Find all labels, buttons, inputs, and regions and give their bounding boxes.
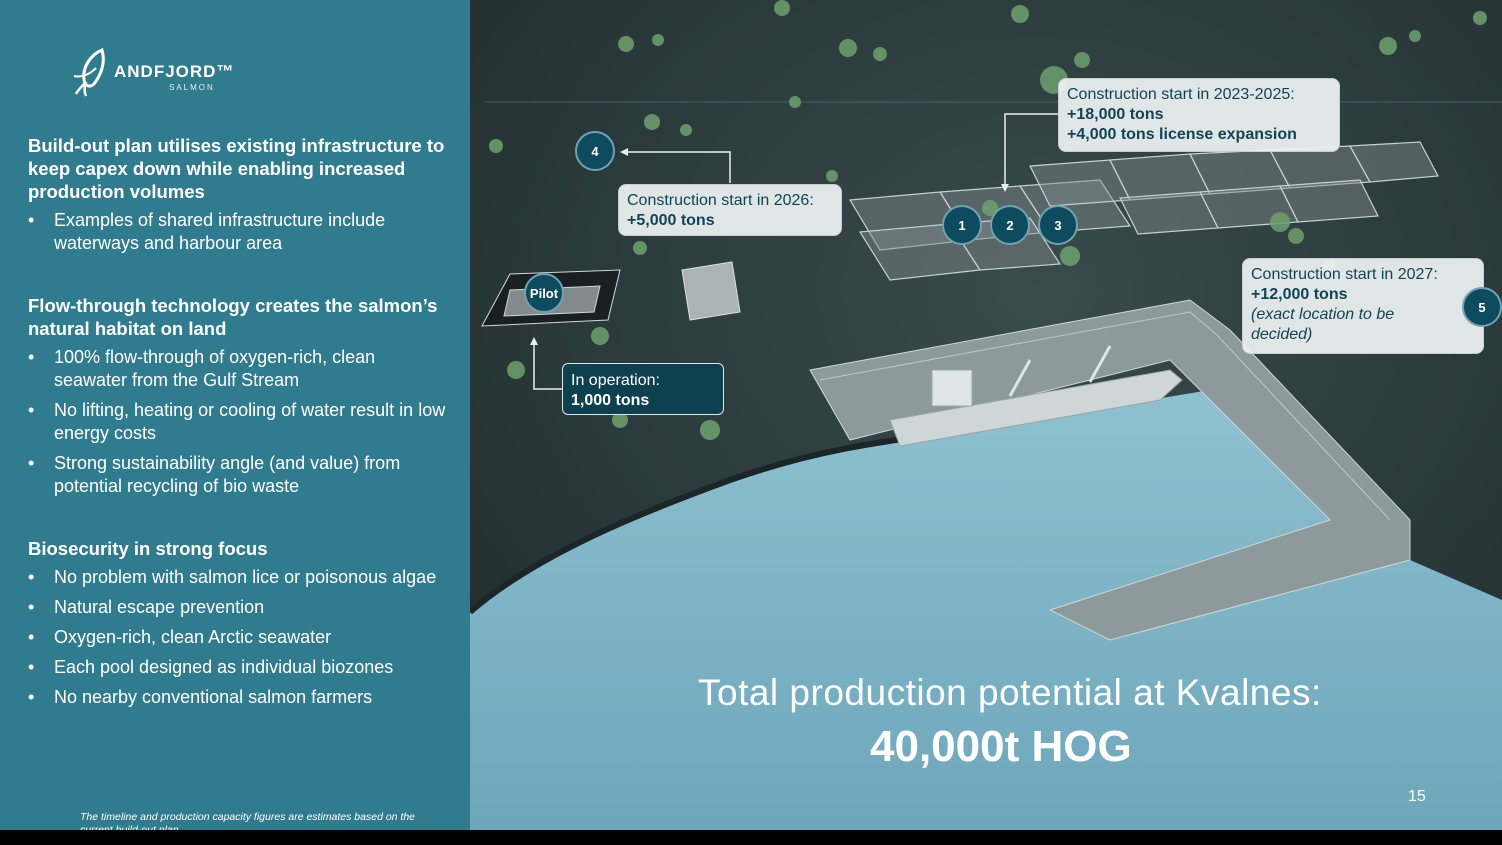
callout-value: +12,000 tons bbox=[1251, 286, 1348, 303]
callout-label: Construction start in 2023-2025: bbox=[1067, 86, 1295, 103]
section-flowthrough: Flow-through technology creates the salm… bbox=[28, 294, 448, 505]
callout-label: Construction start in 2026: bbox=[627, 192, 814, 209]
building-block bbox=[681, 261, 741, 321]
callout-label: Construction start in 2027: bbox=[1251, 266, 1438, 283]
footnote: The timeline and production capacity fig… bbox=[80, 811, 416, 830]
badge-2: 2 bbox=[990, 205, 1030, 245]
bullet-item: No lifting, heating or cooling of water … bbox=[28, 399, 448, 445]
section-buildout: Build-out plan utilises existing infrast… bbox=[28, 134, 448, 262]
callout-2027: Construction start in 2027: +12,000 tons… bbox=[1242, 258, 1484, 354]
section-title: Flow-through technology creates the salm… bbox=[28, 295, 438, 339]
fish-logo-icon bbox=[73, 47, 105, 97]
callout-in-operation: In operation: 1,000 tons bbox=[562, 363, 724, 415]
callout-value: +18,000 tons bbox=[1067, 106, 1164, 123]
bullet-item: Each pool designed as individual biozone… bbox=[28, 656, 448, 679]
left-panel: ANDFJORD™ SALMON Build-out plan utilises… bbox=[0, 0, 470, 830]
callout-note: (exact location to be decided) bbox=[1251, 306, 1395, 343]
callout-2026: Construction start in 2026: +5,000 tons bbox=[618, 184, 842, 236]
callout-value: +5,000 tons bbox=[627, 212, 715, 229]
callout-label: In operation: bbox=[571, 372, 660, 389]
section-title: Build-out plan utilises existing infrast… bbox=[28, 135, 445, 202]
company-logo: ANDFJORD™ SALMON bbox=[72, 46, 252, 100]
bullet-item: No problem with salmon lice or poisonous… bbox=[28, 566, 448, 589]
logo-brand: ANDFJORD™ bbox=[114, 62, 235, 81]
logo-sub: SALMON bbox=[169, 83, 215, 92]
callout-value: +4,000 tons license expansion bbox=[1067, 126, 1297, 143]
section-title: Biosecurity in strong focus bbox=[28, 538, 268, 559]
total-title: Total production potential at Kvalnes: bbox=[698, 672, 1322, 713]
section-biosecurity: Biosecurity in strong focus No problem w… bbox=[28, 537, 448, 716]
bullet-item: Oxygen-rich, clean Arctic seawater bbox=[28, 626, 448, 649]
badge-1: 1 bbox=[942, 205, 982, 245]
badge-4: 4 bbox=[575, 131, 615, 171]
callout-value: 1,000 tons bbox=[571, 392, 650, 409]
callout-2023-2025: Construction start in 2023-2025: +18,000… bbox=[1058, 78, 1340, 152]
bullet-item: 100% flow-through of oxygen-rich, clean … bbox=[28, 346, 448, 392]
badge-5: 5 bbox=[1462, 287, 1502, 327]
bullet-item: Strong sustainability angle (and value) … bbox=[28, 452, 448, 498]
badge-pilot: Pilot bbox=[524, 273, 564, 313]
badge-3: 3 bbox=[1038, 205, 1078, 245]
page-number: 15 bbox=[1408, 788, 1426, 805]
bullet-item: No nearby conventional salmon farmers bbox=[28, 686, 448, 709]
bullet-item: Natural escape prevention bbox=[28, 596, 448, 619]
slide: ANDFJORD™ SALMON Build-out plan utilises… bbox=[0, 0, 1502, 830]
bullet-item: Examples of shared infrastructure includ… bbox=[28, 209, 448, 255]
total-value: 40,000t HOG bbox=[870, 722, 1132, 771]
